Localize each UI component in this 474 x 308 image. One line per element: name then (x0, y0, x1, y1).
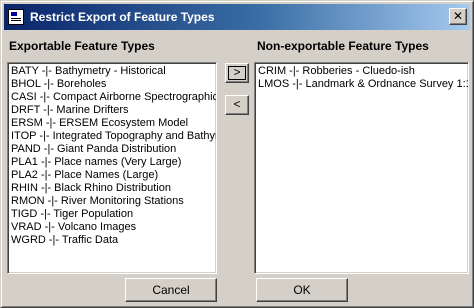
list-item[interactable]: RMON -|- River Monitoring Stations (11, 195, 216, 208)
list-item[interactable]: ERSM -|- ERSEM Ecosystem Model (11, 117, 216, 130)
close-button[interactable]: ✕ (449, 8, 467, 25)
exportable-list[interactable]: BATY -|- Bathymetry - Historical BHOL -|… (7, 62, 217, 274)
non-exportable-list[interactable]: CRIM -|- Robberies - Cluedo-ish LMOS -|-… (254, 62, 469, 274)
list-item[interactable]: BHOL -|- Boreholes (11, 78, 216, 91)
list-item[interactable]: DRFT -|- Marine Drifters (11, 104, 216, 117)
window-title: Restrict Export of Feature Types (30, 10, 215, 24)
list-item[interactable]: LMOS -|- Landmark & Ordnance Survey 1:10… (258, 78, 468, 91)
list-item[interactable]: PLA2 -|- Place Names (Large) (11, 169, 216, 182)
list-item[interactable]: PLA1 -|- Place names (Very Large) (11, 156, 216, 169)
move-to-non-exportable-button[interactable]: > (225, 63, 249, 83)
exportable-label: Exportable Feature Types (9, 39, 155, 53)
title-bar[interactable]: Restrict Export of Feature Types ✕ (4, 4, 470, 30)
list-item[interactable]: TIGD -|- Tiger Population (11, 208, 216, 221)
list-item[interactable]: WGRD -|- Traffic Data (11, 234, 216, 247)
list-item[interactable]: VRAD -|- Volcano Images (11, 221, 216, 234)
list-item[interactable]: PAND -|- Giant Panda Distribution (11, 143, 216, 156)
move-to-exportable-button[interactable]: < (225, 95, 249, 115)
non-exportable-label: Non-exportable Feature Types (257, 39, 429, 53)
list-item[interactable]: CRIM -|- Robberies - Cluedo-ish (258, 65, 468, 78)
list-item[interactable]: RHIN -|- Black Rhino Distribution (11, 182, 216, 195)
list-item[interactable]: ITOP -|- Integrated Topography and Bathy… (11, 130, 216, 143)
cancel-button[interactable]: Cancel (125, 278, 217, 302)
list-item[interactable]: CASI -|- Compact Airborne Spectrographic… (11, 91, 216, 104)
app-icon (8, 9, 24, 25)
restrict-export-dialog: Restrict Export of Feature Types ✕ Expor… (0, 0, 474, 308)
list-item[interactable]: BATY -|- Bathymetry - Historical (11, 65, 216, 78)
ok-button[interactable]: OK (256, 278, 348, 302)
